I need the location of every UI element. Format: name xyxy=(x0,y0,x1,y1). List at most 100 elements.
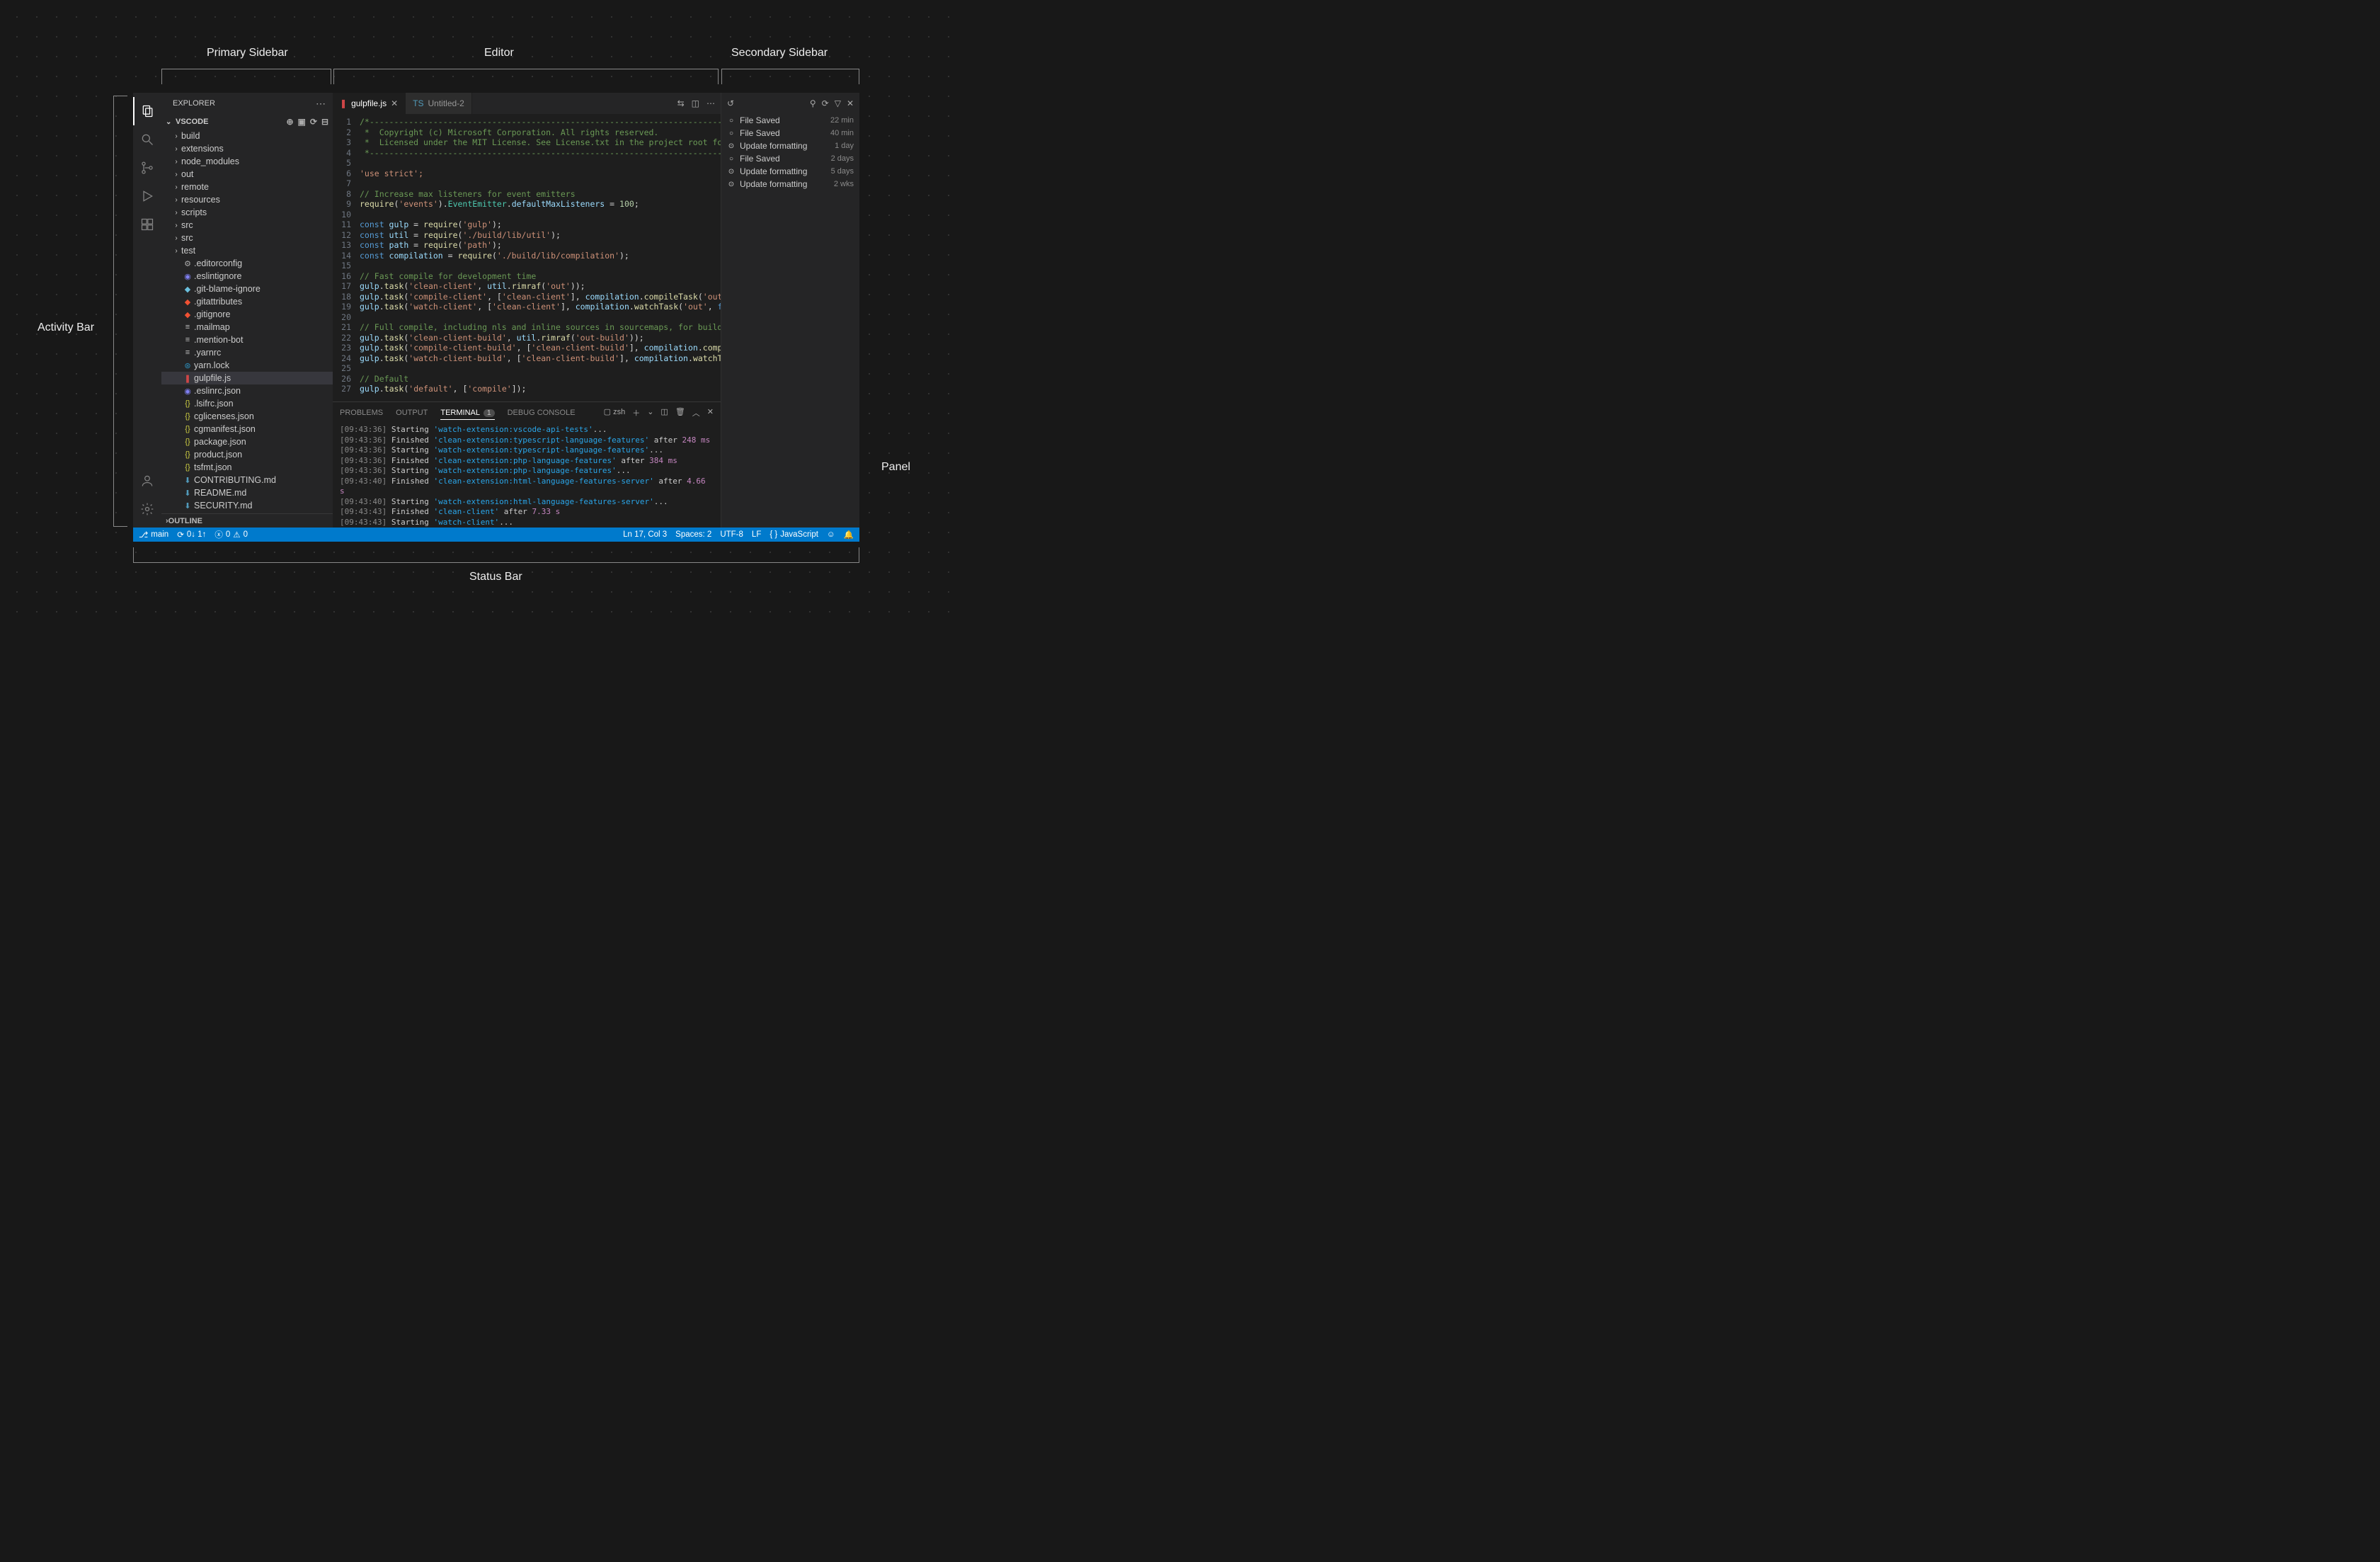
timeline-item[interactable]: ⊙Update formatting2 wks xyxy=(721,178,859,190)
folder-item[interactable]: ›extensions xyxy=(161,142,333,155)
file-name: .mention-bot xyxy=(194,335,243,345)
file-item[interactable]: ⊛yarn.lock xyxy=(161,359,333,372)
settings-gear-icon[interactable] xyxy=(133,495,161,523)
file-item[interactable]: ◉.eslinrc.json xyxy=(161,384,333,397)
new-folder-icon[interactable]: ▣ xyxy=(298,117,306,127)
file-item[interactable]: {}cglicenses.json xyxy=(161,410,333,423)
folder-item[interactable]: ›remote xyxy=(161,181,333,193)
code-editor[interactable]: 1234567891011121314151617181920212223242… xyxy=(333,114,721,401)
status-indent[interactable]: Spaces: 2 xyxy=(675,530,711,539)
status-eol[interactable]: LF xyxy=(752,530,761,539)
chevron-right-icon: › xyxy=(171,234,181,242)
folder-item[interactable]: ›build xyxy=(161,130,333,142)
terminal-launch-profile[interactable]: ▢ zsh xyxy=(604,407,626,418)
status-language[interactable]: { } JavaScript xyxy=(770,530,818,539)
status-sync[interactable]: ⟳0↓ 1↑ xyxy=(177,530,206,540)
file-icon: {} xyxy=(181,450,194,459)
status-branch[interactable]: ⎇main xyxy=(139,530,168,540)
file-item[interactable]: ⬇SECURITY.md xyxy=(161,499,333,512)
file-item[interactable]: ≡.mailmap xyxy=(161,321,333,334)
folder-item[interactable]: ›out xyxy=(161,168,333,181)
folder-item[interactable]: ›src xyxy=(161,219,333,232)
folder-section-header[interactable]: ⌄ VSCODE ⊕ ▣ ⟳ ⊟ xyxy=(161,114,333,130)
folder-name: node_modules xyxy=(181,156,239,166)
file-icon: {} xyxy=(181,399,194,408)
timeline-item[interactable]: ⊙Update formatting5 days xyxy=(721,165,859,178)
file-item[interactable]: ≡.mention-bot xyxy=(161,334,333,346)
save-icon: ○ xyxy=(727,117,736,125)
timeline-item[interactable]: ⊙Update formatting1 day xyxy=(721,139,859,152)
file-icon: ◉ xyxy=(181,387,194,396)
sidebar-more-icon[interactable]: ⋯ xyxy=(316,98,326,110)
file-item[interactable]: ◉.eslintignore xyxy=(161,270,333,283)
file-item[interactable]: ≡.yarnrc xyxy=(161,346,333,359)
folder-item[interactable]: ›test xyxy=(161,244,333,257)
file-item[interactable]: {}tsfmt.json xyxy=(161,461,333,474)
file-item[interactable]: ⚙.editorconfig xyxy=(161,257,333,270)
timeline-item[interactable]: ○File Saved2 days xyxy=(721,152,859,165)
new-terminal-icon[interactable]: ＋ xyxy=(632,407,640,418)
timeline-item[interactable]: ○File Saved22 min xyxy=(721,114,859,127)
status-encoding[interactable]: UTF-8 xyxy=(720,530,743,539)
close-panel-icon[interactable]: ✕ xyxy=(707,407,714,418)
status-cursor[interactable]: Ln 17, Col 3 xyxy=(623,530,667,539)
panel-tab-output[interactable]: OUTPUT xyxy=(396,409,428,417)
explorer-icon[interactable] xyxy=(133,97,161,125)
run-debug-icon[interactable] xyxy=(133,182,161,210)
file-item[interactable]: ⬇README.md xyxy=(161,486,333,499)
split-editor-icon[interactable]: ◫ xyxy=(692,98,699,108)
close-sidebar-icon[interactable]: ✕ xyxy=(847,98,854,108)
folder-item[interactable]: ›resources xyxy=(161,193,333,206)
file-item[interactable]: ⬇CONTRIBUTING.md xyxy=(161,474,333,486)
chevron-right-icon: › xyxy=(171,171,181,178)
folder-item[interactable]: ›src xyxy=(161,232,333,244)
file-item[interactable]: {}.lsifrc.json xyxy=(161,397,333,410)
timeline-item[interactable]: ○File Saved40 min xyxy=(721,127,859,139)
file-item[interactable]: ◆.git-blame-ignore xyxy=(161,283,333,295)
extensions-icon[interactable] xyxy=(133,210,161,239)
filter-icon[interactable]: ▽ xyxy=(835,98,841,108)
accounts-icon[interactable] xyxy=(133,467,161,495)
timeline-refresh-icon[interactable]: ⟳ xyxy=(822,98,829,108)
kill-terminal-icon[interactable]: 🗑 xyxy=(675,407,685,418)
label-editor: Editor xyxy=(484,47,514,59)
split-terminal-icon[interactable]: ◫ xyxy=(660,407,668,418)
folder-item[interactable]: ›node_modules xyxy=(161,155,333,168)
panel-tab-debug-console[interactable]: DEBUG CONSOLE xyxy=(508,409,576,417)
source-control-icon[interactable] xyxy=(133,154,161,182)
file-item[interactable]: ❚gulpfile.js xyxy=(161,372,333,384)
panel-tabs: PROBLEMS OUTPUT TERMINAL1 DEBUG CONSOLE ▢ z… xyxy=(333,402,721,423)
file-item[interactable]: ◆.gitignore xyxy=(161,308,333,321)
file-icon: ⬇ xyxy=(181,476,194,485)
compare-changes-icon[interactable]: ⇆ xyxy=(677,98,685,108)
refresh-icon[interactable]: ⟳ xyxy=(310,117,317,127)
file-item[interactable]: {}product.json xyxy=(161,448,333,461)
maximize-panel-icon[interactable]: ︿ xyxy=(692,407,700,418)
folder-name: resources xyxy=(181,195,220,205)
outline-section-header[interactable]: › OUTLINE xyxy=(161,513,333,528)
search-icon[interactable] xyxy=(133,125,161,154)
file-name: .gitignore xyxy=(194,309,230,319)
editor-more-icon[interactable]: ⋯ xyxy=(706,98,715,108)
panel-tab-problems[interactable]: PROBLEMS xyxy=(340,409,383,417)
collapse-all-icon[interactable]: ⊟ xyxy=(321,117,328,127)
file-item[interactable]: {}package.json xyxy=(161,435,333,448)
notifications-icon[interactable]: 🔔 xyxy=(844,530,854,540)
close-tab-icon[interactable]: ✕ xyxy=(391,98,398,108)
folder-item[interactable]: ›scripts xyxy=(161,206,333,219)
timeline-icon[interactable]: ↺ xyxy=(727,98,734,108)
status-problems[interactable]: ⓧ0 ⚠0 xyxy=(214,529,248,540)
terminal-output[interactable]: [09:43:36] Starting 'watch-extension:vsc… xyxy=(333,423,721,528)
file-item[interactable]: {}cgmanifest.json xyxy=(161,423,333,435)
file-item[interactable]: ◆.gitattributes xyxy=(161,295,333,308)
save-icon: ○ xyxy=(727,130,736,137)
panel-tab-terminal[interactable]: TERMINAL1 xyxy=(440,409,494,420)
bracket-primary-sidebar xyxy=(161,69,331,84)
editor-tab[interactable]: ❚gulpfile.js✕ xyxy=(333,93,406,114)
new-file-icon[interactable]: ⊕ xyxy=(286,117,293,127)
feedback-icon[interactable]: ☺ xyxy=(827,530,835,539)
editor-tab[interactable]: TSUntitled-2 xyxy=(406,93,472,114)
pin-icon[interactable]: ⚲ xyxy=(810,98,816,108)
file-icon: {} xyxy=(181,425,194,433)
terminal-dropdown-icon[interactable]: ⌄ xyxy=(647,407,653,418)
